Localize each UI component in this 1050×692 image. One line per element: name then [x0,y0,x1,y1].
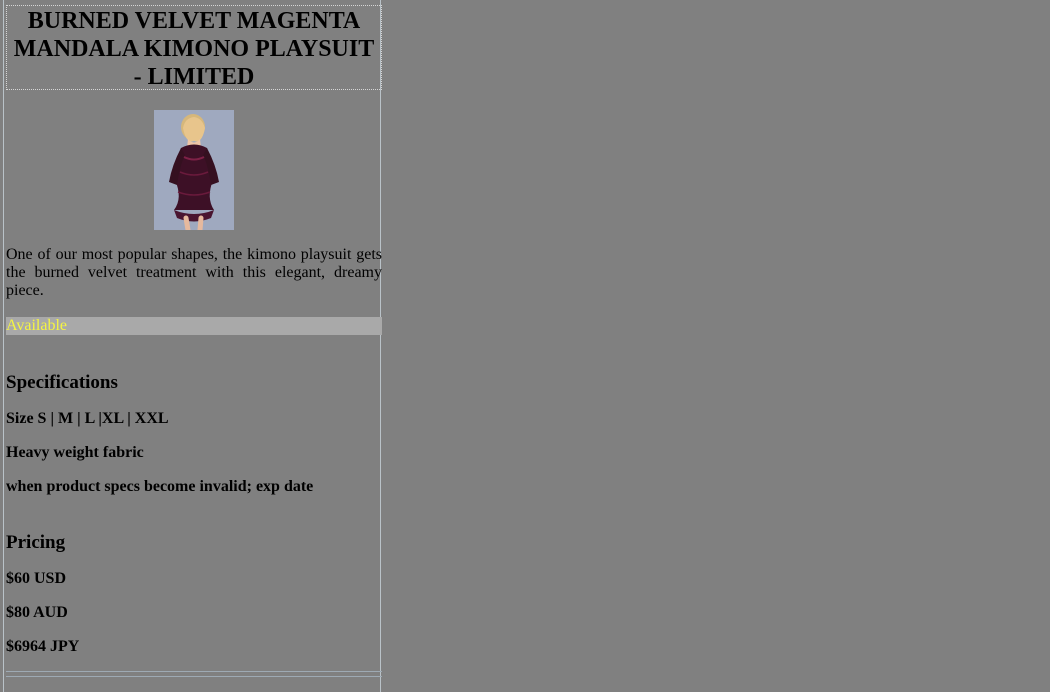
availability-status: Available [6,317,382,335]
price-jpy: $6964 JPY [6,638,80,655]
product-panel: BURNED VELVET MAGENTA MANDALA KIMONO PLA… [3,0,382,692]
specifications-heading: Specifications [6,372,118,393]
price-aud: $80 AUD [6,604,68,621]
product-title: BURNED VELVET MAGENTA MANDALA KIMONO PLA… [6,5,382,90]
specification-size: Size S | M | L |XL | XXL [6,410,169,427]
product-image-container [6,92,382,234]
product-photo-icon [154,110,234,230]
pricing-heading: Pricing [6,532,66,553]
bottom-divider [6,671,382,677]
specification-fabric: Heavy weight fabric [6,444,144,461]
product-description: One of our most popular shapes, the kimo… [6,246,382,299]
specification-expiration: when product specs become invalid; exp d… [6,478,314,495]
price-usd: $60 USD [6,570,67,587]
product-content: One of our most popular shapes, the kimo… [6,92,382,656]
